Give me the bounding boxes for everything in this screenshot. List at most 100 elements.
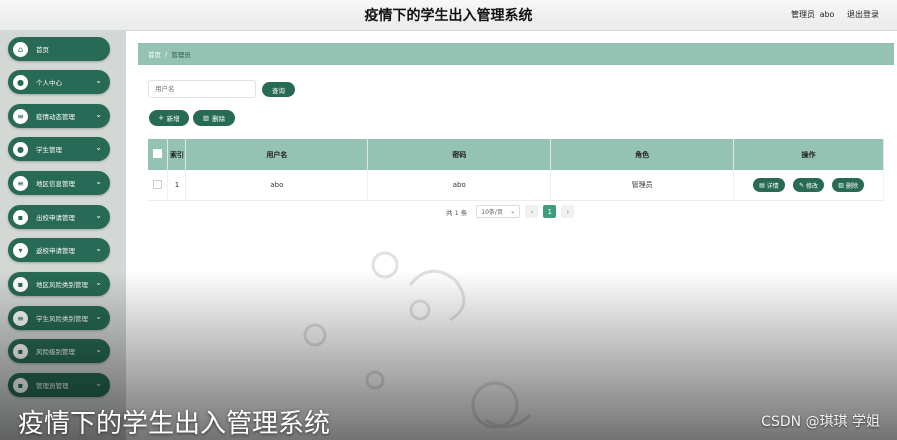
column-header-role[interactable]: 角色 [550, 139, 735, 170]
grid-icon: ▪ [13, 377, 28, 393]
chevron-down-icon: ⌄ [95, 278, 102, 287]
username-search-input[interactable] [148, 80, 256, 98]
detail-icon: ▤ [759, 182, 765, 189]
chevron-down-icon: ⌄ [95, 110, 102, 119]
sidebar-item-admins[interactable]: ▪ 管理员管理 ⌄ [8, 373, 110, 397]
row-checkbox[interactable] [153, 179, 163, 189]
user-role: 管理员 [791, 10, 816, 19]
csdn-credit: CSDN @琪琪 学姐 [761, 414, 880, 430]
breadcrumb-home[interactable]: 首页 [148, 49, 161, 59]
sidebar-item-label: 个人中心 [36, 79, 62, 87]
sidebar-item-label: 首页 [36, 46, 49, 54]
prev-page-button[interactable]: ‹ [525, 205, 539, 218]
add-button-label: 新增 [166, 116, 180, 123]
trash-icon: ▥ [202, 115, 210, 122]
select-all-checkbox[interactable] [153, 149, 163, 158]
list-icon: ≡ [13, 310, 28, 326]
chevron-down-icon: ⌄ [95, 177, 102, 186]
main-content: 首页 / 管理员 查询 + 新增 ▥ 删除 索引 用户名 密码 角色 操作 [135, 30, 897, 440]
person-icon: ● [13, 74, 28, 90]
row-delete-button[interactable]: ▥ 删除 [832, 178, 864, 192]
column-header-actions: 操作 [733, 139, 884, 170]
pagination: 共 1 条 10条/页 ⌄ ‹ 1 › [446, 205, 575, 218]
sidebar-item-label: 管理员管理 [36, 382, 69, 390]
sidebar-item-personal-center[interactable]: ● 个人中心 ⌄ [8, 70, 110, 94]
detail-button[interactable]: ▤ 详情 [753, 178, 785, 192]
next-page-button[interactable]: › [561, 205, 575, 218]
logout-link[interactable]: 退出登录 [847, 10, 879, 19]
table-header-row: 索引 用户名 密码 角色 操作 [148, 139, 884, 170]
chevron-down-icon: ⌄ [510, 208, 516, 215]
column-header-index: 索引 [167, 139, 187, 170]
table-row: 1 abo abo 管理员 ▤ 详情 ✎ 修改 ▥ 删除 [148, 170, 884, 201]
page-size-select[interactable]: 10条/页 ⌄ [476, 205, 521, 218]
sidebar-item-label: 学生风险类别管理 [36, 315, 88, 323]
row-index: 1 [167, 170, 187, 201]
grid-icon: ▪ [13, 209, 28, 225]
breadcrumb-separator: / [165, 50, 168, 58]
sidebar-item-exit-requests[interactable]: ▪ 出校申请管理 ⌄ [8, 205, 110, 229]
sidebar-item-label: 风险级别管理 [36, 348, 75, 356]
video-caption: 疫情下的学生出入管理系统 [18, 409, 331, 439]
sidebar-item-label: 返校申请管理 [36, 247, 75, 255]
sidebar-item-label: 出校申请管理 [36, 214, 75, 222]
sidebar-item-epidemic-news[interactable]: ≡ 疫情动态管理 ⌄ [8, 104, 110, 128]
sidebar: ⌂ 首页 ● 个人中心 ⌄ ≡ 疫情动态管理 ⌄ ● 学生管理 ⌄ ≡ 地区信息… [0, 30, 126, 440]
sidebar-item-return-requests[interactable]: ▾ 返校申请管理 ⌄ [8, 238, 110, 262]
chevron-down-icon: ⌄ [95, 379, 102, 388]
chevron-down-icon: ⌄ [95, 345, 102, 354]
sidebar-item-risk-levels[interactable]: ▪ 风险级别管理 ⌄ [8, 339, 110, 363]
row-delete-label: 删除 [845, 183, 858, 190]
sidebar-item-region-risk-types[interactable]: ▪ 地区风险类别管理 ⌄ [8, 272, 110, 296]
sidebar-item-label: 地区信息管理 [36, 180, 75, 188]
row-role: 管理员 [550, 170, 735, 201]
top-bar: 疫情下的学生出入管理系统 管理员 abo 退出登录 [0, 0, 897, 31]
batch-delete-button[interactable]: ▥ 删除 [193, 110, 235, 126]
row-username: abo [185, 170, 369, 201]
grid-icon: ▪ [13, 343, 28, 359]
app-title: 疫情下的学生出入管理系统 [364, 8, 533, 24]
column-header-username[interactable]: 用户名 [185, 139, 369, 170]
background-decoration [303, 251, 532, 429]
sidebar-item-label: 地区风险类别管理 [36, 281, 88, 289]
list-icon: ≡ [13, 175, 28, 191]
sidebar-item-student-risk-types[interactable]: ≡ 学生风险类别管理 ⌄ [8, 306, 110, 330]
query-button[interactable]: 查询 [262, 82, 295, 97]
row-actions: ▤ 详情 ✎ 修改 ▥ 删除 [733, 170, 884, 201]
row-password: abo [367, 170, 552, 201]
edit-icon: ✎ [799, 182, 805, 189]
user-area: 管理员 abo 退出登录 [789, 9, 879, 20]
grid-icon: ▪ [13, 276, 28, 292]
shield-icon: ▾ [13, 242, 28, 258]
column-header-password[interactable]: 密码 [367, 139, 552, 170]
select-all-cell [148, 139, 169, 170]
delete-button-label: 删除 [212, 116, 226, 123]
sidebar-item-label: 学生管理 [36, 146, 62, 154]
plus-icon: + [158, 113, 164, 123]
page-number-1[interactable]: 1 [543, 205, 557, 218]
edit-button[interactable]: ✎ 修改 [793, 178, 825, 192]
breadcrumb-current: 管理员 [171, 51, 191, 59]
chevron-down-icon: ⌄ [95, 76, 102, 85]
chevron-down-icon: ⌄ [95, 211, 102, 220]
add-button[interactable]: + 新增 [149, 110, 189, 126]
total-count: 共 1 条 [446, 208, 468, 217]
breadcrumb: 首页 / 管理员 [138, 43, 894, 65]
chevron-down-icon: ⌄ [95, 244, 102, 253]
user-name: abo [819, 10, 835, 19]
chevron-down-icon: ⌄ [95, 143, 102, 152]
admin-table: 索引 用户名 密码 角色 操作 1 abo abo 管理员 ▤ 详情 ✎ 修改 … [148, 139, 884, 201]
page-size-value: 10条/页 [481, 209, 503, 216]
sidebar-item-home[interactable]: ⌂ 首页 [8, 37, 110, 61]
list-icon: ≡ [13, 108, 28, 124]
edit-label: 修改 [806, 183, 819, 190]
chevron-down-icon: ⌄ [95, 312, 102, 321]
trash-icon: ▥ [838, 182, 844, 189]
sidebar-item-label: 疫情动态管理 [36, 113, 75, 121]
detail-label: 详情 [766, 183, 779, 190]
sidebar-item-students[interactable]: ● 学生管理 ⌄ [8, 137, 110, 161]
sidebar-item-region-info[interactable]: ≡ 地区信息管理 ⌄ [8, 171, 110, 195]
person-icon: ● [13, 141, 28, 157]
home-icon: ⌂ [13, 41, 28, 57]
row-select-cell [148, 170, 169, 201]
